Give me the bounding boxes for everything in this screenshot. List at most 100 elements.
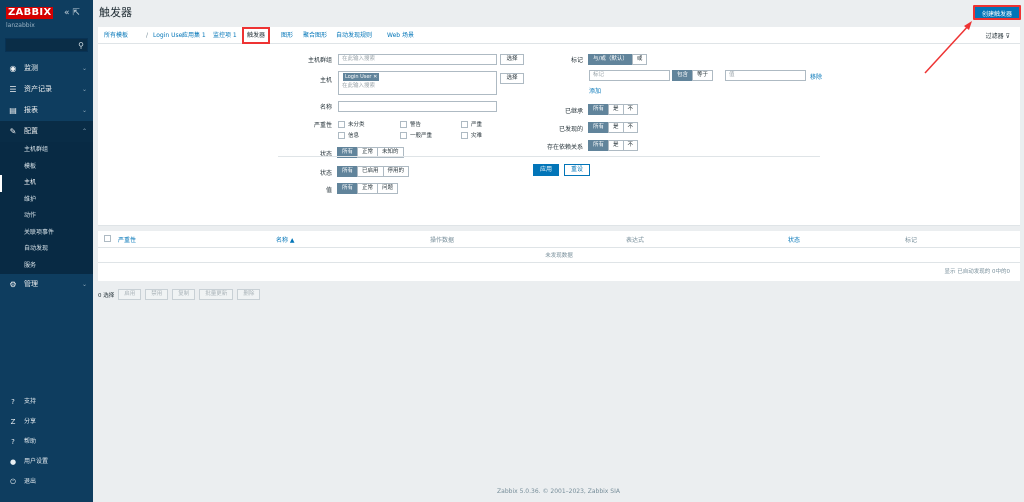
column-severity[interactable]: 严重性 — [118, 235, 136, 244]
status-enabled[interactable]: 已启用 — [357, 166, 384, 177]
column-operational-data: 操作数据 — [430, 237, 455, 244]
configuration-submenu: 主机群组 模板 主机 维护 动作 关联项事件 自动发现 服务 — [0, 142, 93, 274]
menu-item-configuration[interactable]: ✎ 配置 ⌃ — [0, 121, 93, 142]
inherited-yes[interactable]: 是 — [608, 104, 624, 115]
select-all-checkbox[interactable] — [104, 235, 111, 242]
severity-disaster[interactable]: 灾难 — [461, 131, 482, 139]
submenu-actions[interactable]: 动作 — [0, 208, 93, 225]
tag-operator-segment: 包含 等于 — [672, 70, 714, 81]
severity-average[interactable]: 一般严重 — [400, 131, 432, 139]
dependency-no[interactable]: 不 — [622, 140, 639, 151]
help-icon: ? — [11, 438, 15, 446]
host-tag[interactable]: Login User ✕ — [343, 73, 380, 81]
value-ok[interactable]: 正常 — [357, 183, 379, 194]
menu-item-support[interactable]: ? 支持 — [0, 392, 93, 412]
tab-triggers[interactable]: 触发器 — [242, 27, 271, 44]
create-trigger-button[interactable]: 创建触发器 — [973, 5, 1021, 20]
sidebar-search-input[interactable]: ⚲ — [5, 38, 88, 52]
severity-information[interactable]: 信息 — [338, 131, 359, 139]
discovered-yes[interactable]: 是 — [608, 122, 624, 133]
status-all[interactable]: 所有 — [337, 166, 359, 177]
submenu-discovery[interactable]: 自动发现 — [0, 241, 93, 258]
inherited-segment: 所有 是 不 — [588, 104, 639, 115]
copy-button[interactable]: 复制 — [172, 289, 196, 300]
host-group-input[interactable]: 在此输入搜索 — [338, 54, 497, 65]
disable-button[interactable]: 禁用 — [145, 289, 169, 300]
tab-host-login-user[interactable]: Login User — [153, 27, 185, 44]
search-icon[interactable]: ⚲ — [78, 41, 84, 50]
host-group-select-button[interactable]: 选择 — [500, 54, 524, 65]
submenu-hosts[interactable]: 主机 — [0, 175, 93, 192]
status-disabled[interactable]: 停用的 — [382, 166, 410, 177]
tags-mode-segment: 与/或（默认） 或 — [588, 54, 648, 65]
host-label: 主机 — [319, 77, 332, 84]
bottom-menu: ? 支持 Z 分享 ? 帮助 ● 用户设置 ⏻ 退出 — [0, 392, 93, 492]
menu-item-share[interactable]: Z 分享 — [0, 412, 93, 432]
discovered-segment: 所有 是 不 — [588, 122, 639, 133]
host-input[interactable]: Login User ✕ 在此输入搜索 — [338, 71, 497, 95]
tags-mode-or[interactable]: 或 — [631, 54, 648, 65]
tag-operator-equals[interactable]: 等于 — [692, 70, 714, 81]
column-name[interactable]: 名称 ▲ — [276, 235, 295, 244]
chevron-up-icon: ⌃ — [81, 128, 87, 135]
wrench-icon: ✎ — [9, 127, 17, 136]
collapse-sidebar-icon[interactable]: « ⇱ — [64, 8, 80, 18]
discovered-no[interactable]: 不 — [622, 122, 639, 133]
delete-button[interactable]: 删除 — [237, 289, 261, 300]
column-tags: 标记 — [905, 237, 918, 244]
tag-operator-contains[interactable]: 包含 — [672, 70, 694, 81]
tab-items[interactable]: 监控项 1 — [213, 27, 237, 44]
footer: Zabbix 5.0.36. © 2001–2023, Zabbix SIA — [497, 488, 620, 495]
selected-count: 0 选择 — [98, 292, 115, 299]
column-status[interactable]: 状态 — [788, 235, 800, 244]
menu-item-user-settings[interactable]: ● 用户设置 — [0, 452, 93, 472]
menu-item-sign-out[interactable]: ⏻ 退出 — [0, 472, 93, 492]
tag-value-input[interactable]: 值 — [725, 70, 806, 81]
inherited-no[interactable]: 不 — [622, 104, 639, 115]
sidebar: ZABBIX « ⇱ lanzabbix ⚲ ◉ 监测 ⌄ ☰ 资产记录 ⌄ ▤ 报表 ⌄ … — [0, 0, 93, 502]
submenu-host-groups[interactable]: 主机群组 — [0, 142, 93, 159]
chevron-down-icon: ⌄ — [81, 281, 87, 288]
discovered-all[interactable]: 所有 — [588, 122, 610, 133]
tag-name-input[interactable]: 标记 — [589, 70, 670, 81]
tab-screens[interactable]: 聚合图形 — [303, 27, 327, 44]
menu-item-monitoring[interactable]: ◉ 监测 ⌄ — [0, 58, 93, 79]
host-select-button[interactable]: 选择 — [500, 73, 524, 84]
mass-update-button[interactable]: 批量更新 — [199, 289, 234, 300]
tab-discovery-rules[interactable]: 自动发现规则 — [336, 27, 372, 44]
value-problem[interactable]: 问题 — [377, 183, 399, 194]
dependency-yes[interactable]: 是 — [608, 140, 624, 151]
submenu-maintenance[interactable]: 维护 — [0, 192, 93, 209]
reset-button[interactable]: 重设 — [564, 164, 590, 176]
no-data-row: 未发现数据 — [98, 247, 1020, 263]
severity-warning[interactable]: 警告 — [400, 120, 421, 128]
value-all[interactable]: 所有 — [337, 183, 359, 194]
tags-mode-and-or[interactable]: 与/或（默认） — [588, 54, 633, 65]
zabbix-logo[interactable]: ZABBIX — [6, 7, 54, 19]
apply-button[interactable]: 应用 — [533, 164, 559, 176]
user-icon: ● — [9, 458, 17, 466]
menu-item-reports[interactable]: ▤ 报表 ⌄ — [0, 100, 93, 121]
severity-not-classified[interactable]: 未分类 — [338, 120, 365, 128]
value-segment: 所有 正常 问题 — [337, 183, 399, 194]
enable-button[interactable]: 启用 — [118, 289, 142, 300]
tab-web-scenarios[interactable]: Web 场景 — [387, 27, 414, 44]
submenu-event-correlation[interactable]: 关联项事件 — [0, 225, 93, 242]
menu-item-inventory[interactable]: ☰ 资产记录 ⌄ — [0, 79, 93, 100]
tag-add-link[interactable]: 添加 — [589, 86, 601, 95]
tag-remove-link[interactable]: 移除 — [810, 72, 822, 81]
menu-item-administration[interactable]: ⚙ 管理 ⌄ — [0, 274, 93, 295]
inherited-all[interactable]: 所有 — [588, 104, 610, 115]
submenu-templates[interactable]: 模板 — [0, 159, 93, 176]
dependency-all[interactable]: 所有 — [588, 140, 610, 151]
tags-label: 标记 — [570, 57, 583, 64]
tab-graphs[interactable]: 图形 — [281, 27, 293, 44]
severity-high[interactable]: 严重 — [461, 120, 482, 128]
tab-all-templates[interactable]: 所有模板 — [104, 27, 128, 44]
name-input[interactable] — [338, 101, 497, 112]
filter-panel: 主机群组 在此输入搜索 选择 主机 Login User ✕ 在此输入搜索 选择 … — [98, 44, 1020, 226]
tab-applications[interactable]: 应用集 1 — [182, 27, 206, 44]
menu-item-help[interactable]: ? 帮助 — [0, 432, 93, 452]
filter-toggle[interactable]: 过滤器 ⊽ — [986, 31, 1010, 40]
submenu-services[interactable]: 服务 — [0, 258, 93, 275]
